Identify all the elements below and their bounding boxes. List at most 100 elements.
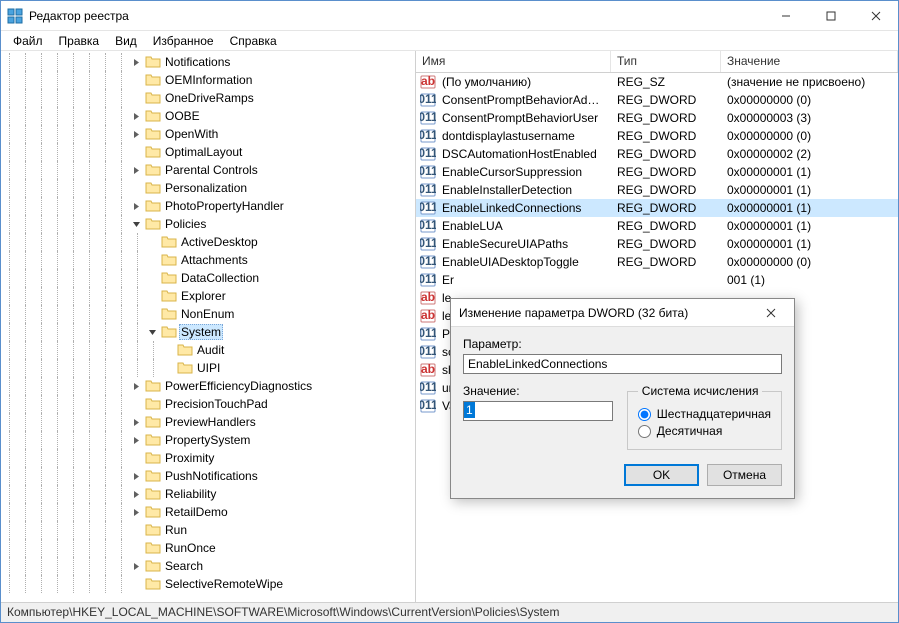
tree-item[interactable]: Audit [1, 341, 415, 359]
tree-item[interactable]: ActiveDesktop [1, 233, 415, 251]
svg-text:011: 011 [420, 326, 436, 340]
tree-item[interactable]: SelectiveRemoteWipe [1, 575, 415, 593]
tree-toggle-icon[interactable] [129, 166, 143, 175]
value-input[interactable]: 1 [463, 401, 613, 421]
tree-item[interactable]: PrecisionTouchPad [1, 395, 415, 413]
svg-text:011: 011 [420, 344, 436, 358]
list-row[interactable]: 011ConsentPromptBehaviorAdminREG_DWORD0x… [416, 91, 898, 109]
close-button[interactable] [853, 1, 898, 30]
list-row[interactable]: ab(По умолчанию)REG_SZ(значение не присв… [416, 73, 898, 91]
menu-favorites[interactable]: Избранное [145, 32, 222, 50]
tree-item[interactable]: Reliability [1, 485, 415, 503]
list-row[interactable]: 011ConsentPromptBehaviorUserREG_DWORD0x0… [416, 109, 898, 127]
column-name[interactable]: Имя [416, 51, 611, 72]
value-name: ConsentPromptBehaviorAdmin [436, 93, 611, 107]
tree-pane[interactable]: NotificationsOEMInformation OneDriveRamps… [1, 51, 416, 602]
tree-toggle-icon[interactable] [129, 436, 143, 445]
tree-item[interactable]: Attachments [1, 251, 415, 269]
value-label: Значение: [463, 384, 613, 398]
value-data: 0x00000003 (3) [721, 111, 898, 125]
radix-hex-radio[interactable] [638, 408, 651, 421]
tree-toggle-icon[interactable] [129, 220, 143, 229]
list-row[interactable]: 011EnableLUAREG_DWORD0x00000001 (1) [416, 217, 898, 235]
menu-edit[interactable]: Правка [51, 32, 108, 50]
tree-item-label: Personalization [163, 181, 249, 195]
minimize-button[interactable] [763, 1, 808, 30]
ok-button[interactable]: OK [624, 464, 699, 486]
tree-item[interactable]: DataCollection [1, 269, 415, 287]
tree-item[interactable]: NonEnum [1, 305, 415, 323]
dialog-close-button[interactable] [756, 300, 786, 326]
param-input[interactable] [463, 354, 782, 374]
tree-item[interactable]: Parental Controls [1, 161, 415, 179]
tree-item[interactable]: Policies [1, 215, 415, 233]
tree-item-label: OpenWith [163, 127, 220, 141]
list-row[interactable]: 011EnableCursorSuppressionREG_DWORD0x000… [416, 163, 898, 181]
radix-dec-row[interactable]: Десятичная [638, 424, 771, 438]
list-row[interactable]: 011EnableSecureUIAPathsREG_DWORD0x000000… [416, 235, 898, 253]
list-row[interactable]: 011EnableUIADesktopToggleREG_DWORD0x0000… [416, 253, 898, 271]
tree-item[interactable]: System [1, 323, 415, 341]
tree-toggle-icon[interactable] [129, 508, 143, 517]
value-type: REG_DWORD [611, 93, 721, 107]
maximize-button[interactable] [808, 1, 853, 30]
tree-item-label: RetailDemo [163, 505, 230, 519]
tree-item-label: OneDriveRamps [163, 91, 256, 105]
tree-item[interactable]: Personalization [1, 179, 415, 197]
tree-item[interactable]: Search [1, 557, 415, 575]
tree-toggle-icon[interactable] [129, 58, 143, 67]
tree-toggle-icon[interactable] [129, 112, 143, 121]
column-type[interactable]: Тип [611, 51, 721, 72]
tree-item[interactable]: OOBE [1, 107, 415, 125]
tree-toggle-icon[interactable] [129, 562, 143, 571]
svg-text:011: 011 [420, 380, 436, 394]
value-data: 0x00000001 (1) [721, 165, 898, 179]
list-row[interactable]: 011dontdisplaylastusernameREG_DWORD0x000… [416, 127, 898, 145]
tree-item[interactable]: PropertySystem [1, 431, 415, 449]
tree-item[interactable]: RetailDemo [1, 503, 415, 521]
tree-item[interactable]: Notifications [1, 53, 415, 71]
cancel-button[interactable]: Отмена [707, 464, 782, 486]
tree-toggle-icon[interactable] [129, 202, 143, 211]
tree-toggle-icon[interactable] [129, 382, 143, 391]
svg-text:ab: ab [421, 290, 435, 304]
radix-hex-row[interactable]: Шестнадцатеричная [638, 407, 771, 421]
list-row[interactable]: 011Er001 (1) [416, 271, 898, 289]
tree-item[interactable]: OneDriveRamps [1, 89, 415, 107]
tree-item[interactable]: PushNotifications [1, 467, 415, 485]
tree-item-label: UIPI [195, 361, 222, 375]
tree-item-label: PushNotifications [163, 469, 260, 483]
list-row[interactable]: 011EnableInstallerDetectionREG_DWORD0x00… [416, 181, 898, 199]
radix-dec-radio[interactable] [638, 425, 651, 438]
tree-toggle-icon[interactable] [129, 418, 143, 427]
tree-toggle-icon[interactable] [145, 328, 159, 337]
tree-item[interactable]: Explorer [1, 287, 415, 305]
tree-toggle-icon[interactable] [129, 490, 143, 499]
svg-text:011: 011 [420, 398, 436, 412]
tree-item[interactable]: OpenWith [1, 125, 415, 143]
tree-toggle-icon[interactable] [129, 472, 143, 481]
tree-item[interactable]: PowerEfficiencyDiagnostics [1, 377, 415, 395]
column-value[interactable]: Значение [721, 51, 898, 72]
tree-item[interactable]: RunOnce [1, 539, 415, 557]
list-row[interactable]: 011DSCAutomationHostEnabledREG_DWORD0x00… [416, 145, 898, 163]
tree-item[interactable]: UIPI [1, 359, 415, 377]
tree-item[interactable]: PhotoPropertyHandler [1, 197, 415, 215]
value-name: EnableCursorSuppression [436, 165, 611, 179]
value-type: REG_SZ [611, 75, 721, 89]
menu-view[interactable]: Вид [107, 32, 145, 50]
tree-toggle-icon[interactable] [129, 130, 143, 139]
tree-item[interactable]: PreviewHandlers [1, 413, 415, 431]
list-row[interactable]: 011EnableLinkedConnectionsREG_DWORD0x000… [416, 199, 898, 217]
value-data: 0x00000001 (1) [721, 219, 898, 233]
tree-item-label: DataCollection [179, 271, 261, 285]
value-type: REG_DWORD [611, 129, 721, 143]
menu-file[interactable]: Файл [5, 32, 51, 50]
menu-help[interactable]: Справка [222, 32, 285, 50]
value-data: 0x00000001 (1) [721, 201, 898, 215]
tree-item[interactable]: Proximity [1, 449, 415, 467]
tree-item[interactable]: Run [1, 521, 415, 539]
dialog-titlebar[interactable]: Изменение параметра DWORD (32 бита) [451, 299, 794, 327]
tree-item[interactable]: OEMInformation [1, 71, 415, 89]
tree-item[interactable]: OptimalLayout [1, 143, 415, 161]
